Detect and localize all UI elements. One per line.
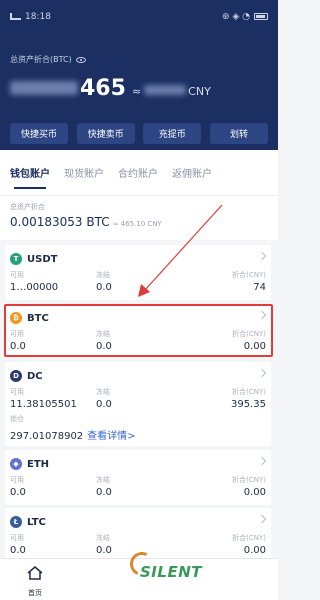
coin-card-usdt[interactable]: T USDT 可用 冻结 折合(CNY) 1…00000 0.0 74 — [5, 245, 271, 300]
frozen-label: 冻结 — [96, 271, 110, 279]
deposit-withdraw-button[interactable]: 充提币 — [143, 123, 202, 144]
locked-section: 锁仓 297.01078902 查看详情> — [10, 414, 266, 443]
cny-label: 折合(CNY) — [232, 330, 266, 338]
header: 18:18 ⊛ ◈ ◔ 总资产折合(BTC) 465 ≈ CNY 快捷买币 快捷… — [0, 0, 278, 150]
frozen-label: 冻结 — [96, 330, 110, 338]
frozen-label: 冻结 — [96, 476, 110, 484]
coin-name: LTC — [27, 516, 46, 528]
redacted-blur — [10, 81, 78, 95]
transfer-button[interactable]: 划转 — [209, 123, 268, 144]
available-value: 0.0 — [10, 487, 26, 498]
quick-sell-button[interactable]: 快捷卖币 — [76, 123, 135, 144]
coin-card-dc[interactable]: D DC 可用 冻结 折合(CNY) 11.38105501 0.0 395.3… — [5, 362, 271, 446]
coin-card-ltc[interactable]: Ł LTC 可用 冻结 折合(CNY) 0.0 0.0 0.00 — [5, 508, 271, 558]
dc-icon: D — [10, 370, 22, 382]
total-assets-row: 465 ≈ CNY — [10, 76, 211, 101]
tab-wallet[interactable]: 钱包账户 — [10, 150, 50, 196]
cny-label: 折合(CNY) — [232, 271, 266, 279]
usdt-icon: T — [10, 253, 22, 265]
summary-label: 总资产折合 — [10, 203, 45, 211]
status-time: 18:18 — [25, 11, 51, 22]
account-tabs: 钱包账户 现货账户 合约账户 返佣账户 — [0, 150, 278, 196]
ltc-icon: Ł — [10, 516, 22, 528]
available-label: 可用 — [10, 476, 24, 484]
total-currency: CNY — [188, 85, 211, 98]
btc-icon: ₿ — [10, 312, 22, 324]
available-label: 可用 — [10, 330, 24, 338]
approx-sign: ≈ — [131, 85, 142, 98]
frozen-value: 0.0 — [96, 545, 112, 556]
locked-value: 297.01078902 — [10, 431, 84, 442]
cny-value: 395.35 — [231, 399, 266, 410]
frozen-value: 0.0 — [96, 399, 112, 410]
status-bar: 18:18 ⊛ ◈ ◔ — [0, 0, 278, 26]
frozen-value: 0.0 — [96, 341, 112, 352]
nav-home[interactable]: 首页 — [20, 565, 50, 598]
home-icon — [27, 566, 43, 580]
frozen-label: 冻结 — [96, 388, 110, 396]
total-assets-label: 总资产折合(BTC) — [10, 54, 86, 65]
eye-icon[interactable] — [75, 56, 86, 63]
cny-value: 74 — [253, 282, 266, 293]
tab-contract[interactable]: 合约账户 — [118, 150, 158, 196]
frozen-value: 0.0 — [96, 487, 112, 498]
coin-name: BTC — [27, 312, 49, 324]
nav-home-label: 首页 — [28, 589, 42, 597]
redacted-blur — [144, 85, 187, 95]
coin-name: DC — [27, 370, 43, 382]
quick-buy-button[interactable]: 快捷买币 — [10, 123, 68, 144]
signal-icon — [10, 13, 21, 20]
available-value: 1…00000 — [10, 282, 59, 293]
summary-value: 0.00183053 BTC ≈ 465.10 CNY — [10, 215, 162, 229]
view-details-link[interactable]: 查看详情> — [87, 431, 135, 442]
frozen-label: 冻结 — [96, 534, 110, 542]
coin-name: ETH — [27, 458, 50, 470]
available-value: 0.0 — [10, 341, 26, 352]
available-label: 可用 — [10, 271, 24, 279]
quick-actions: 快捷买币 快捷卖币 充提币 划转 — [10, 123, 268, 144]
cny-label: 折合(CNY) — [232, 388, 266, 396]
available-value: 0.0 — [10, 545, 26, 556]
coin-card-eth[interactable]: ◆ ETH 可用 冻结 折合(CNY) 0.0 0.0 0.00 — [5, 450, 271, 505]
cny-value: 0.00 — [243, 487, 266, 498]
status-icons: ⊛ ◈ ◔ — [221, 11, 250, 22]
cny-label: 折合(CNY) — [232, 534, 266, 542]
cny-value: 0.00 — [243, 341, 266, 352]
total-amount: 465 — [80, 76, 126, 101]
watermark-text: SILENT — [140, 563, 202, 581]
locked-label: 锁仓 — [10, 415, 24, 423]
tab-spot[interactable]: 现货账户 — [64, 150, 104, 196]
cny-label: 折合(CNY) — [232, 476, 266, 484]
coin-name: USDT — [27, 253, 58, 265]
eth-icon: ◆ — [10, 458, 22, 470]
frozen-value: 0.0 — [96, 282, 112, 293]
available-label: 可用 — [10, 388, 24, 396]
wallet-summary: 总资产折合 0.00183053 BTC ≈ 465.10 CNY — [0, 196, 278, 240]
battery-icon — [254, 13, 268, 20]
coin-card-btc[interactable]: ₿ BTC 可用 冻结 折合(CNY) 0.0 0.0 0.00 — [5, 304, 271, 357]
tab-rebate[interactable]: 返佣账户 — [172, 150, 212, 196]
cny-value: 0.00 — [243, 545, 266, 556]
available-value: 11.38105501 — [10, 399, 77, 410]
available-label: 可用 — [10, 534, 24, 542]
